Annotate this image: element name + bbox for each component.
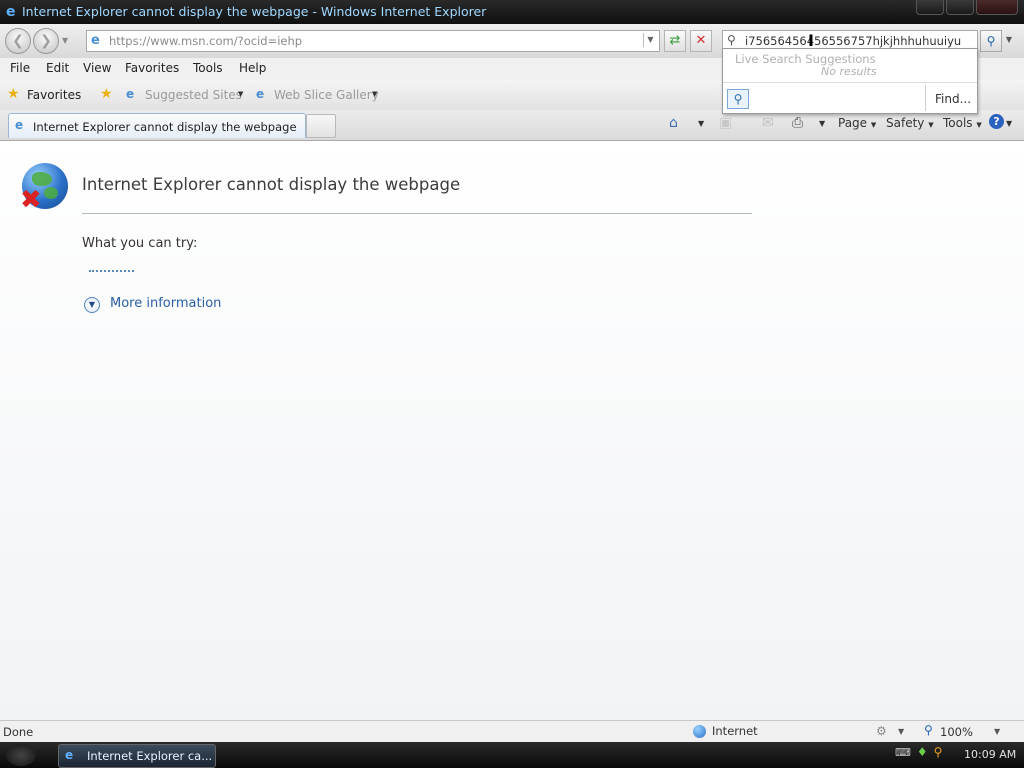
help-icon[interactable]: ?	[989, 114, 1004, 129]
keyboard-icon[interactable]: ⌨	[895, 746, 911, 759]
taskbar-ie-button[interactable]: e Internet Explorer ca...	[58, 744, 216, 768]
menu-view[interactable]: View	[83, 61, 111, 75]
address-bar[interactable]: e https://www.msn.com/?ocid=iehp ▼	[86, 30, 660, 52]
address-input[interactable]: https://www.msn.com/?ocid=iehp	[109, 34, 302, 48]
tools-menu-label: Tools	[943, 116, 973, 130]
menu-help[interactable]: Help	[239, 61, 266, 75]
window-title: Internet Explorer cannot display the web…	[22, 4, 487, 19]
network-icon[interactable]: ♦	[917, 745, 928, 759]
taskbar-ie-icon: e	[65, 748, 74, 762]
menu-tools[interactable]: Tools	[193, 61, 223, 75]
status-text: Done	[3, 725, 34, 739]
internet-zone-icon	[693, 725, 706, 738]
page-menu-arrow-icon: ▼	[870, 121, 877, 129]
taskbar: e Internet Explorer ca... ⌨ ♦ ⚲ 10:09 AM	[0, 742, 1024, 768]
tools-menu-arrow-icon: ▼	[976, 121, 982, 129]
ie-logo-icon: e	[5, 4, 19, 21]
tab-label: Internet Explorer cannot display the web…	[33, 120, 297, 134]
suggested-sites-icon: e	[126, 87, 135, 101]
search-icon: ⚲	[727, 33, 736, 47]
expand-chevron-icon[interactable]: ▼	[84, 297, 100, 313]
page-title: Internet Explorer cannot display the web…	[82, 175, 461, 194]
menu-edit[interactable]: Edit	[46, 61, 69, 75]
title-bar: e Internet Explorer cannot display the w…	[0, 0, 1024, 24]
page-menu-label: Page	[838, 116, 868, 130]
page-icon: e	[91, 33, 100, 48]
maximize-button[interactable]	[946, 0, 974, 15]
no-results-text: No results	[821, 65, 877, 78]
safety-menu-arrow-icon: ▼	[928, 121, 934, 129]
page-menu[interactable]: Page ▼	[838, 116, 876, 130]
print-icon[interactable]: ⎙	[792, 115, 803, 131]
refresh-button[interactable]: ⇄	[664, 30, 686, 52]
globe-land-shape	[32, 172, 52, 186]
print-dropdown-icon[interactable]: ▼	[819, 119, 825, 128]
search-suggestions-dropdown: Live Search Suggestions No results ⚲ Fin…	[722, 48, 978, 114]
stop-button[interactable]: ✕	[690, 30, 712, 52]
recent-pages-dropdown-icon[interactable]: ▼	[62, 36, 68, 45]
protected-mode-icon[interactable]: ⚙	[876, 724, 887, 738]
safety-menu-label: Safety	[886, 116, 925, 130]
find-search-icon[interactable]: ⚲	[727, 89, 749, 109]
zoom-dropdown-icon[interactable]: ▼	[994, 727, 1000, 736]
favorites-button[interactable]: Favorites	[27, 88, 81, 102]
protected-mode-dropdown-icon[interactable]: ▼	[898, 727, 904, 736]
system-tray: ⌨ ♦ ⚲	[895, 745, 942, 759]
tools-menu[interactable]: Tools ▼	[943, 116, 982, 130]
add-to-favorites-bar-icon[interactable]: ★	[100, 86, 113, 102]
taskbar-task-label: Internet Explorer ca...	[87, 749, 213, 763]
suggestions-header: Live Search Suggestions	[735, 52, 876, 66]
menu-file[interactable]: File	[10, 61, 30, 75]
clock[interactable]: 10:09 AM	[964, 748, 1016, 761]
error-x-icon: ✖	[20, 185, 42, 215]
zoom-level[interactable]: 100%	[940, 725, 973, 739]
title-divider	[82, 213, 752, 214]
more-information-link[interactable]: More information	[110, 296, 221, 311]
security-zone-label: Internet	[712, 724, 758, 738]
zoom-icon[interactable]: ⚲	[924, 723, 933, 737]
web-slice-dropdown-icon[interactable]: ▼	[372, 90, 377, 98]
status-bar: Done Internet ⚙ ▼ ⚲ 100% ▼	[0, 720, 1024, 743]
dropdown-divider	[723, 82, 977, 83]
close-window-button[interactable]	[976, 0, 1018, 15]
tab-bar: e Internet Explorer cannot display the w…	[0, 110, 1024, 140]
search-tray-icon[interactable]: ⚲	[934, 745, 943, 759]
search-input[interactable]: i75656456456556757hjkjhhhuhuuiyu	[745, 34, 973, 48]
web-slice-gallery-link[interactable]: Web Slice Gallery	[274, 88, 379, 102]
read-mail-icon[interactable]: ✉	[762, 115, 774, 131]
address-dropdown-icon[interactable]: ▼	[643, 33, 657, 47]
home-icon[interactable]: ⌂	[669, 115, 678, 131]
find-divider	[925, 85, 926, 111]
tab-active[interactable]: e Internet Explorer cannot display the w…	[8, 113, 306, 138]
diagnose-link-placeholder[interactable]	[89, 270, 134, 274]
new-tab-button[interactable]	[306, 114, 336, 138]
back-button[interactable]: ❮	[5, 28, 31, 54]
start-button[interactable]	[6, 744, 36, 766]
feeds-icon[interactable]: ▣	[719, 115, 732, 131]
search-button[interactable]: ⚲	[980, 30, 1002, 52]
forward-button[interactable]: ❯	[33, 28, 59, 54]
home-dropdown-icon[interactable]: ▼	[698, 119, 704, 128]
menu-favorites[interactable]: Favorites	[125, 61, 179, 75]
page-content: ✖ Internet Explorer cannot display the w…	[0, 140, 1024, 721]
tab-page-icon: e	[15, 118, 24, 132]
suggested-sites-dropdown-icon[interactable]: ▼	[238, 90, 243, 98]
text-cursor-icon: I	[808, 31, 814, 50]
help-dropdown-icon[interactable]: ▼	[1006, 119, 1012, 128]
web-slice-icon: e	[256, 87, 265, 101]
what-you-can-try-label: What you can try:	[82, 236, 198, 251]
svg-text:e: e	[6, 4, 16, 18]
search-options-dropdown-icon[interactable]: ▼	[1002, 30, 1016, 50]
error-globe-icon: ✖	[20, 163, 68, 213]
minimize-button[interactable]	[916, 0, 944, 15]
find-on-page-button[interactable]: Find...	[935, 92, 971, 106]
favorites-star-icon[interactable]: ★	[7, 86, 20, 102]
suggested-sites-link[interactable]: Suggested Sites	[145, 88, 242, 102]
globe-land-shape-2	[44, 187, 58, 199]
window-controls	[916, 0, 1018, 15]
safety-menu[interactable]: Safety ▼	[886, 116, 934, 130]
